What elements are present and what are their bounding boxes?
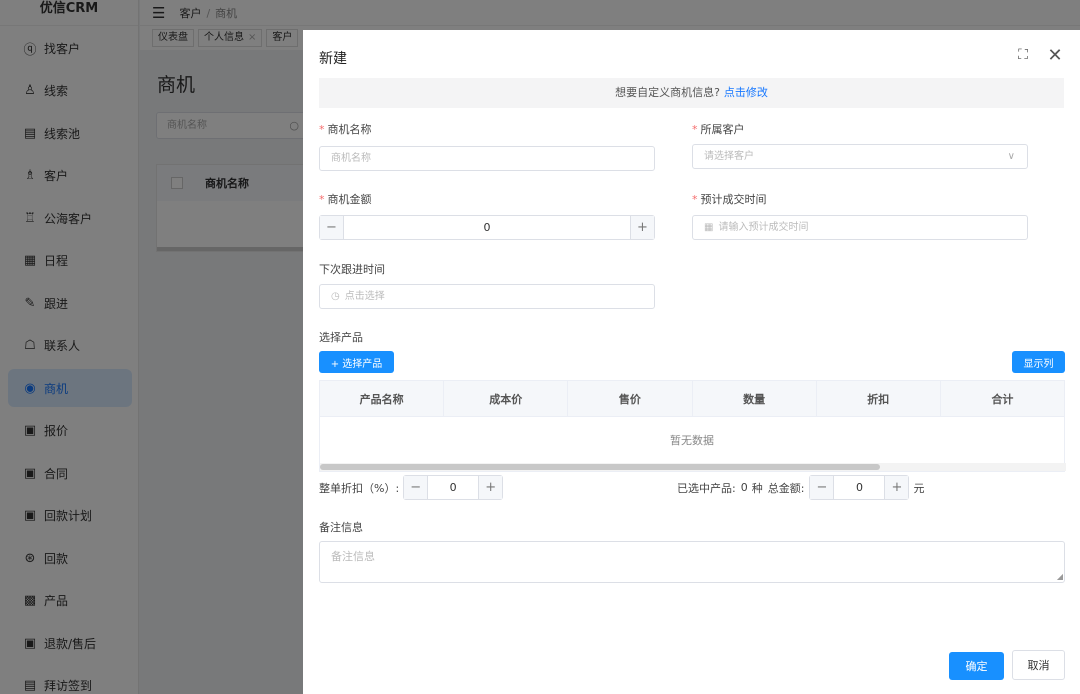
col-sale-price: 售价 — [568, 381, 693, 416]
col-product-name: 产品名称 — [320, 381, 445, 416]
selected-label: 已选中产品: — [677, 481, 736, 495]
scrollbar-thumb[interactable] — [320, 464, 880, 470]
name-placeholder: 商机名称 — [331, 153, 371, 164]
drawer-title: 新建 — [319, 51, 347, 67]
deal-time-placeholder: 请输入预计成交时间 — [718, 222, 809, 233]
discount-row: 整单折扣（%）: − 0 + — [319, 475, 504, 500]
minus-button[interactable]: − — [810, 476, 835, 499]
col-cost-price: 成本价 — [444, 381, 569, 416]
empty-text: 暂无数据 — [670, 434, 714, 447]
clock-icon: ◷ — [331, 291, 340, 302]
customer-select[interactable]: 请选择客户 ∨ — [692, 144, 1028, 169]
selected-count: 0 — [740, 481, 748, 494]
new-opportunity-drawer: 新建 ⛶ ✕ 想要自定义商机信息? 点击修改 * 商机名称 商机名称 * 所属客户 请… — [303, 30, 1080, 694]
col-total: 合计 — [991, 392, 1014, 406]
amount-label: * 商机金额 — [319, 193, 372, 206]
product-table: 产品名称 成本价 售价 数量 折扣 合计 暂无数据 — [319, 380, 1066, 472]
opportunity-name-input[interactable]: 商机名称 — [319, 146, 655, 171]
col-discount: 折扣 — [817, 381, 941, 416]
customize-link[interactable]: 点击修改 — [724, 86, 768, 99]
product-table-header: 产品名称 成本价 售价 数量 折扣 合计 — [320, 381, 1064, 417]
currency-unit: 元 — [913, 481, 925, 495]
amount-stepper[interactable]: − 0 + — [319, 215, 655, 240]
total-value[interactable]: 0 — [834, 481, 884, 494]
deal-time-picker[interactable]: ▦ 请输入预计成交时间 — [692, 215, 1028, 240]
minus-button[interactable]: − — [320, 216, 344, 239]
calendar-icon: ▦ — [704, 222, 714, 233]
drawer-tools: ⛶ ✕ — [1014, 45, 1064, 66]
plus-button[interactable]: + — [478, 476, 503, 499]
notice-text: 想要自定义商机信息? — [615, 86, 720, 99]
next-follow-placeholder: 点击选择 — [344, 291, 385, 302]
customer-label: * 所属客户 — [692, 123, 745, 136]
remark-placeholder: 备注信息 — [331, 550, 375, 563]
table-scrollbar[interactable] — [320, 463, 1066, 471]
select-product-button[interactable]: + 选择产品 — [319, 351, 394, 373]
minus-button[interactable]: − — [404, 476, 429, 499]
confirm-button[interactable]: 确定 — [949, 652, 1004, 680]
plus-button[interactable]: + — [884, 476, 909, 499]
discount-label: 整单折扣（%）: — [319, 481, 400, 495]
chevron-down-icon: ∨ — [1007, 151, 1015, 162]
selected-unit: 种 — [751, 481, 763, 495]
plus-button[interactable]: + — [630, 216, 654, 239]
discount-value[interactable]: 0 — [428, 481, 478, 494]
next-follow-picker[interactable]: ◷ 点击选择 — [319, 284, 655, 309]
deal-time-label: * 预计成交时间 — [692, 193, 767, 206]
next-follow-label: 下次跟进时间 — [319, 263, 385, 276]
name-label: * 商机名称 — [319, 123, 372, 136]
discount-stepper[interactable]: − 0 + — [403, 475, 504, 500]
total-amount-stepper[interactable]: − 0 + — [809, 475, 910, 500]
remark-label: 备注信息 — [319, 521, 363, 534]
amount-value[interactable]: 0 — [344, 221, 630, 234]
col-quantity: 数量 — [693, 381, 817, 416]
products-section-label: 选择产品 — [319, 331, 363, 344]
total-label: 总金额: — [767, 481, 805, 495]
customize-notice: 想要自定义商机信息? 点击修改 — [319, 78, 1064, 108]
cancel-button[interactable]: 取消 — [1012, 650, 1065, 680]
fullscreen-icon[interactable]: ⛶ — [1014, 46, 1032, 64]
close-icon[interactable]: ✕ — [1046, 45, 1064, 66]
summary-row: 已选中产品: 0 种 总金额: − 0 + 元 — [677, 475, 924, 500]
resize-handle-icon[interactable]: ◢ — [1057, 572, 1063, 581]
show-columns-button[interactable]: 显示列 — [1012, 351, 1065, 373]
customer-placeholder: 请选择客户 — [704, 151, 754, 162]
remark-textarea[interactable]: 备注信息 ◢ — [319, 541, 1065, 583]
